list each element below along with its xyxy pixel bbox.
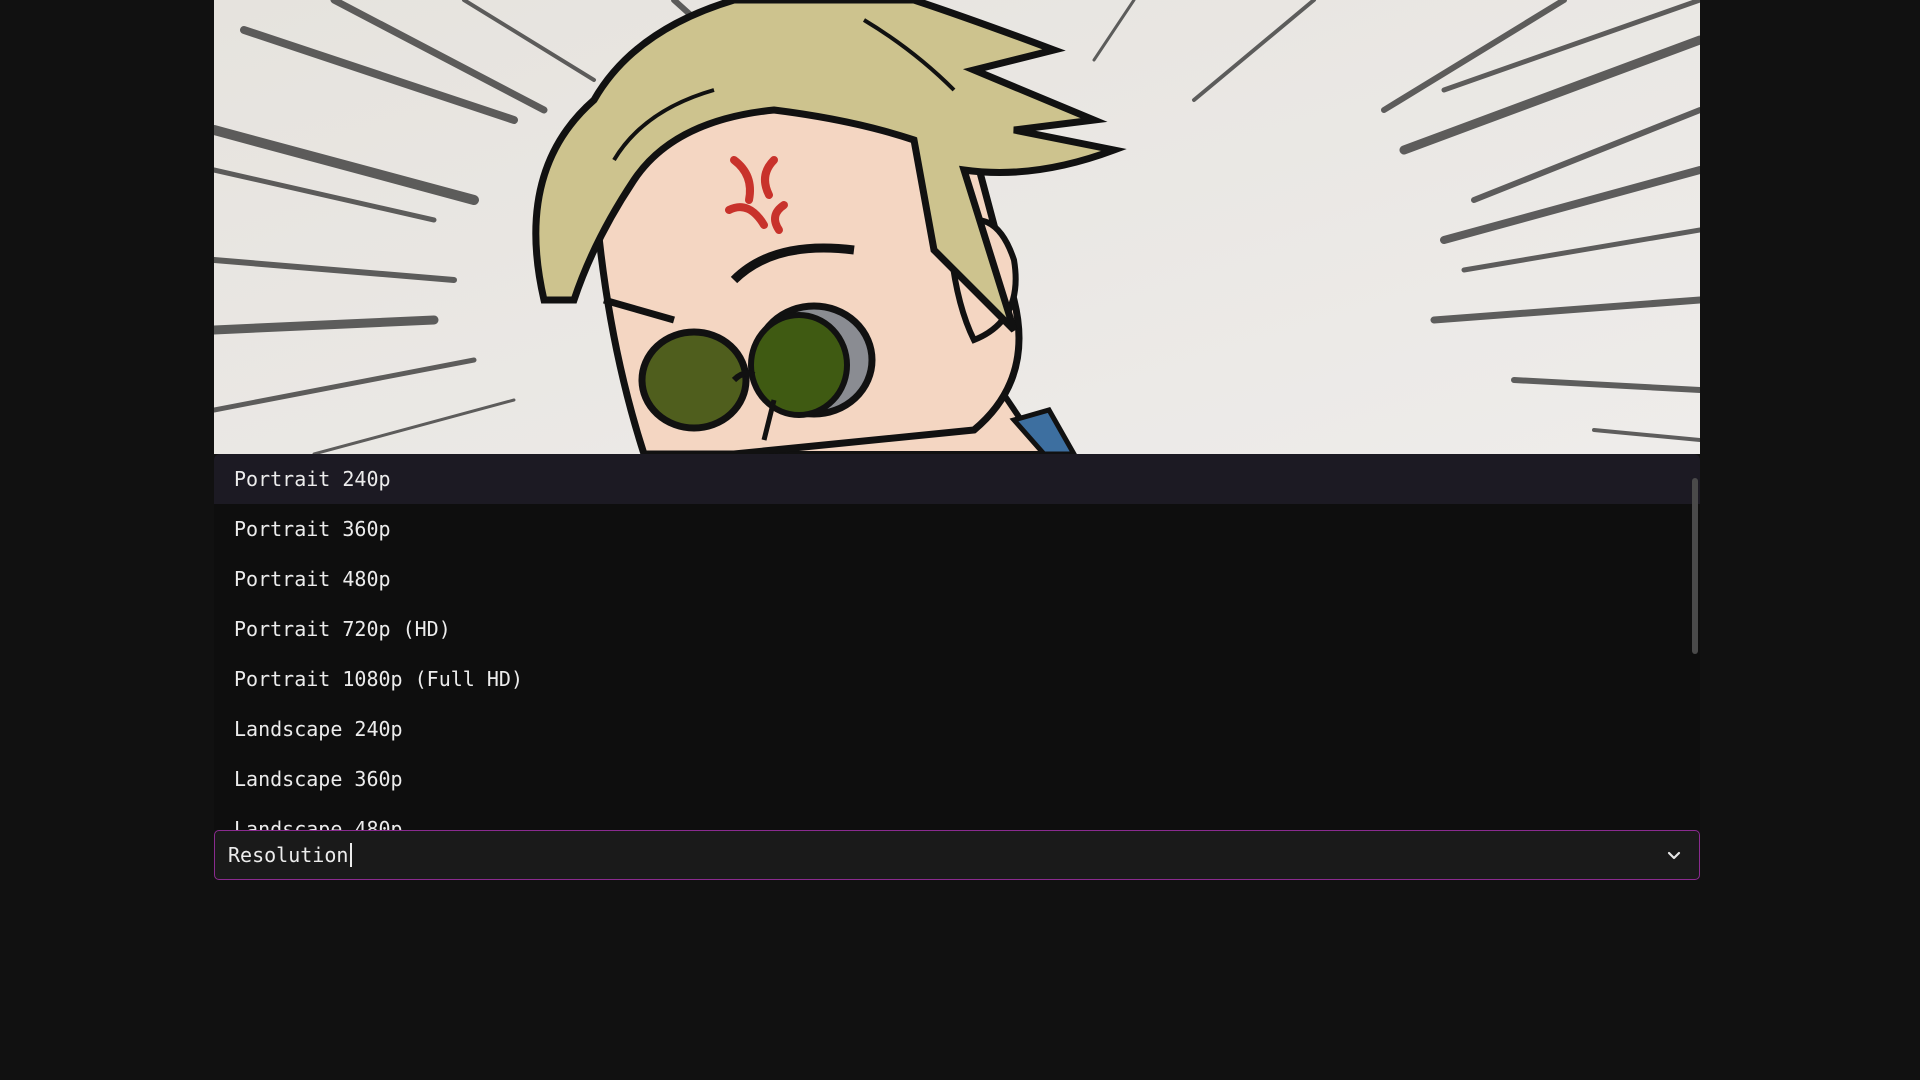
scrollbar-thumb[interactable] (1692, 478, 1698, 654)
option-portrait-480p[interactable]: Portrait 480p (214, 554, 1700, 604)
cartoon-character-image (214, 0, 1700, 454)
option-portrait-720p[interactable]: Portrait 720p (HD) (214, 604, 1700, 654)
dropdown-scrollbar[interactable] (1690, 454, 1700, 830)
chevron-down-icon[interactable] (1649, 831, 1699, 879)
option-portrait-1080p[interactable]: Portrait 1080p (Full HD) (214, 654, 1700, 704)
resolution-select[interactable]: Resolution (214, 830, 1700, 880)
option-portrait-240p[interactable]: Portrait 240p (214, 454, 1700, 504)
resolution-input-value: Resolution (228, 843, 349, 867)
video-preview[interactable] (214, 0, 1700, 454)
option-landscape-360p[interactable]: Landscape 360p (214, 754, 1700, 804)
resolution-options-list[interactable]: Portrait 240p Portrait 360p Portrait 480… (214, 454, 1700, 830)
text-caret (350, 843, 352, 867)
option-portrait-360p[interactable]: Portrait 360p (214, 504, 1700, 554)
option-landscape-240p[interactable]: Landscape 240p (214, 704, 1700, 754)
app-stage: Portrait 240p Portrait 360p Portrait 480… (0, 0, 1920, 1080)
option-landscape-480p[interactable]: Landscape 480p (214, 804, 1700, 830)
resolution-input[interactable]: Resolution (215, 831, 1649, 879)
